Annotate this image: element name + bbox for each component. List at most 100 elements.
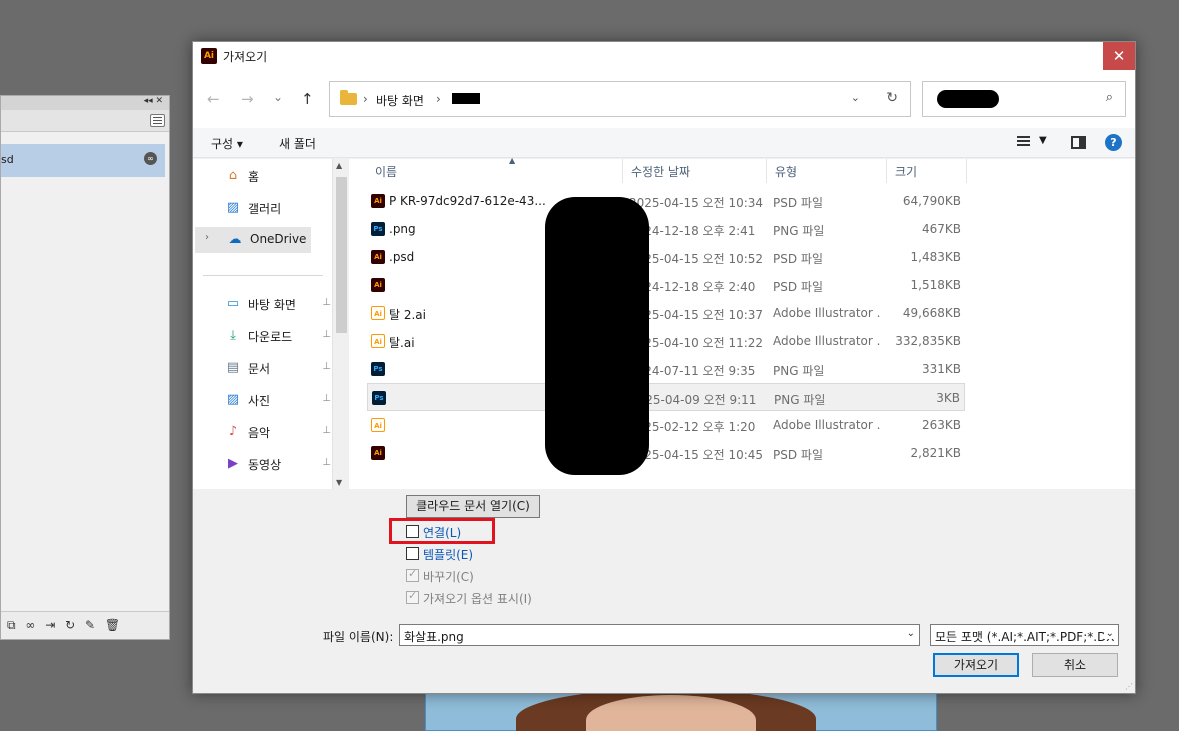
file-format-select[interactable]: 모든 포맷 (*.AI;*.AIT;*.PDF;*.DX ⌄ bbox=[930, 624, 1119, 646]
videos-icon: ▶ bbox=[228, 456, 238, 471]
file-type: PNG 파일 bbox=[773, 224, 825, 238]
scroll-down-icon[interactable]: ▼ bbox=[336, 478, 342, 487]
file-row[interactable]: Ai 2025-04-15 오전 10:45 PSD 파일 2,821KB bbox=[367, 439, 965, 467]
panel-bottom-toolbar: ⧉ ∞ ⇥ ↻ ✎ 🗑 bbox=[1, 611, 169, 639]
address-bar[interactable]: › 바탕 화면 › ⌄ ↻ bbox=[329, 81, 911, 117]
new-folder-button[interactable]: 새 폴더 bbox=[279, 135, 316, 152]
sidebar-item[interactable]: › ☁ OneDrive bbox=[195, 227, 311, 253]
update-icon[interactable]: ↻ bbox=[65, 618, 75, 632]
refresh-icon[interactable]: ↻ bbox=[886, 90, 898, 106]
column-modified[interactable]: 수정한 날짜 bbox=[623, 159, 767, 183]
help-icon[interactable]: ? bbox=[1105, 134, 1122, 151]
sidebar-item[interactable]: ⌂ 홈 bbox=[193, 163, 331, 189]
file-row[interactable]: Ai 2024-12-18 오후 2:40 PSD 파일 1,518KB bbox=[367, 271, 965, 299]
view-dropdown-icon[interactable]: ▼ bbox=[1039, 135, 1047, 146]
sidebar-item[interactable]: ▨ 갤러리 bbox=[193, 195, 331, 221]
address-dropdown-icon[interactable]: ⌄ bbox=[851, 91, 860, 104]
panel-menu-icon[interactable] bbox=[150, 114, 165, 127]
command-bar: 구성 ▾ 새 폴더 ▼ ? bbox=[193, 128, 1135, 158]
panel-header bbox=[1, 110, 169, 132]
filename-combobox[interactable]: 화살표.png ⌄ bbox=[399, 624, 920, 646]
sidebar-item-label: 홈 bbox=[248, 170, 260, 184]
navigation-scrollbar[interactable]: ▲ ▼ bbox=[332, 159, 349, 489]
navigation-pane: ⌂ 홈 ▨ 갤러리 › ☁ OneDrive ▭ 바탕 화면 ⊥ ⤓ 다운로드 ⊥ ▤ 문서 ⊥ ▨ 사진 ⊥ ♪ 음악… bbox=[193, 159, 349, 489]
file-name: 탈 2.ai bbox=[389, 308, 426, 322]
sidebar-item[interactable]: ▭ 바탕 화면 ⊥ bbox=[193, 291, 331, 317]
file-row[interactable]: Ai 탈.ai 2025-04-10 오전 11:22 Adobe Illustra… bbox=[367, 327, 965, 355]
sidebar-item[interactable]: ⤓ 다운로드 ⊥ bbox=[193, 323, 331, 349]
file-modified: 2025-04-10 오전 11:22 bbox=[629, 336, 764, 350]
edit-icon[interactable]: ✎ bbox=[85, 618, 95, 632]
pin-icon[interactable]: ⊥ bbox=[322, 425, 331, 436]
import-button[interactable]: 가져오기 bbox=[933, 653, 1019, 677]
forward-arrow-icon[interactable]: → bbox=[241, 90, 254, 108]
preview-pane-icon[interactable] bbox=[1071, 136, 1086, 149]
music-icon: ♪ bbox=[228, 424, 238, 439]
column-name[interactable]: 이름 ▲ bbox=[367, 156, 623, 183]
file-type: PSD 파일 bbox=[773, 252, 823, 266]
scroll-up-icon[interactable]: ▲ bbox=[336, 161, 342, 170]
file-row[interactable]: Ai P KR-97dc92d7-612e-43... 2025-04-15 오전 … bbox=[367, 187, 965, 215]
file-type: PSD 파일 bbox=[773, 196, 823, 210]
chain-icon[interactable]: ∞ bbox=[25, 618, 35, 632]
file-row[interactable]: Ps 2024-07-11 오전 9:35 PNG 파일 331KB bbox=[367, 355, 965, 383]
column-size[interactable]: 크기 bbox=[887, 159, 967, 183]
file-size: 331KB bbox=[921, 362, 961, 376]
file-type: PSD 파일 bbox=[773, 280, 823, 294]
organize-button[interactable]: 구성 ▾ bbox=[211, 135, 243, 152]
file-list: 이름 ▲ 수정한 날짜 유형 크기 Ai P KR-97dc92d7-612e-4… bbox=[349, 156, 1135, 489]
file-type: PSD 파일 bbox=[773, 448, 823, 462]
pin-icon[interactable]: ⊥ bbox=[322, 329, 331, 340]
file-size: 467KB bbox=[921, 222, 961, 236]
layer-row[interactable]: sd ∞ bbox=[1, 144, 165, 177]
file-row[interactable]: Ai .psd 2025-04-15 오전 10:52 PSD 파일 1,483KB bbox=[367, 243, 965, 271]
resize-grip-icon[interactable]: ⋰ bbox=[1125, 682, 1133, 691]
redaction-blob bbox=[545, 197, 649, 475]
back-arrow-icon[interactable]: ← bbox=[207, 90, 220, 108]
sidebar-item[interactable]: ♪ 음악 ⊥ bbox=[193, 419, 331, 445]
redacted-search-text bbox=[937, 90, 999, 108]
pin-icon[interactable]: ⊥ bbox=[322, 393, 331, 404]
scroll-thumb[interactable] bbox=[336, 177, 347, 333]
filename-label: 파일 이름(N): bbox=[323, 630, 394, 644]
breadcrumb-separator: › bbox=[436, 92, 441, 106]
search-box[interactable]: ⌕ bbox=[922, 81, 1126, 117]
pin-icon[interactable]: ⊥ bbox=[322, 457, 331, 468]
template-checkbox[interactable] bbox=[406, 547, 419, 560]
expand-chevron-icon[interactable]: › bbox=[205, 232, 209, 243]
file-type-icon: Ai bbox=[371, 418, 385, 432]
format-dropdown-icon[interactable]: ⌄ bbox=[1103, 628, 1114, 639]
cancel-button[interactable]: 취소 bbox=[1032, 653, 1118, 677]
file-row[interactable]: Ai 탈 2.ai 2025-04-15 오전 10:37 Adobe Illust… bbox=[367, 299, 965, 327]
sidebar-item-label: 음악 bbox=[248, 426, 271, 440]
pin-icon[interactable]: ⊥ bbox=[322, 361, 331, 372]
file-row[interactable]: Ai 2025-02-12 오후 1:20 Adobe Illustrator ..… bbox=[367, 411, 965, 439]
sidebar-item[interactable]: ▶ 동영상 ⊥ bbox=[193, 451, 331, 477]
collapse-icon[interactable]: ◂◂ ✕ bbox=[144, 96, 163, 106]
relink-icon[interactable]: ⧉ bbox=[7, 618, 16, 633]
column-type[interactable]: 유형 bbox=[767, 159, 887, 183]
pin-icon[interactable]: ⊥ bbox=[322, 297, 331, 308]
view-options-icon[interactable] bbox=[1017, 136, 1030, 146]
sidebar-item[interactable]: ▨ 사진 ⊥ bbox=[193, 387, 331, 413]
gallery-icon: ▨ bbox=[226, 200, 240, 215]
sidebar-item[interactable]: ▤ 문서 ⊥ bbox=[193, 355, 331, 381]
filename-dropdown-icon[interactable]: ⌄ bbox=[907, 628, 915, 639]
sidebar-divider bbox=[203, 275, 323, 276]
close-button[interactable]: ✕ bbox=[1103, 42, 1135, 70]
open-cloud-document-button[interactable]: 클라우드 문서 열기(C) bbox=[406, 495, 540, 518]
trash-icon[interactable]: 🗑 bbox=[105, 618, 120, 632]
file-row[interactable]: Ps .png 2024-12-18 오후 2:41 PNG 파일 467KB bbox=[367, 215, 965, 243]
recent-locations-icon[interactable]: ⌄ bbox=[273, 90, 283, 104]
goto-link-icon[interactable]: ⇥ bbox=[45, 618, 55, 632]
file-type-icon: Ps bbox=[371, 362, 385, 376]
redacted-folder-name bbox=[452, 93, 480, 104]
file-modified: 2025-04-15 오전 10:52 bbox=[629, 252, 764, 266]
up-arrow-icon[interactable]: ↑ bbox=[301, 90, 314, 108]
sidebar-item-label: 갤러리 bbox=[248, 202, 282, 216]
file-row[interactable]: Ps 2025-04-09 오전 9:11 PNG 파일 3KB bbox=[367, 383, 965, 411]
sidebar-item-label: OneDrive bbox=[250, 232, 307, 246]
breadcrumb-desktop[interactable]: 바탕 화면 bbox=[376, 92, 424, 109]
template-label: 템플릿(E) bbox=[423, 548, 474, 562]
file-size: 332,835KB bbox=[895, 334, 961, 348]
